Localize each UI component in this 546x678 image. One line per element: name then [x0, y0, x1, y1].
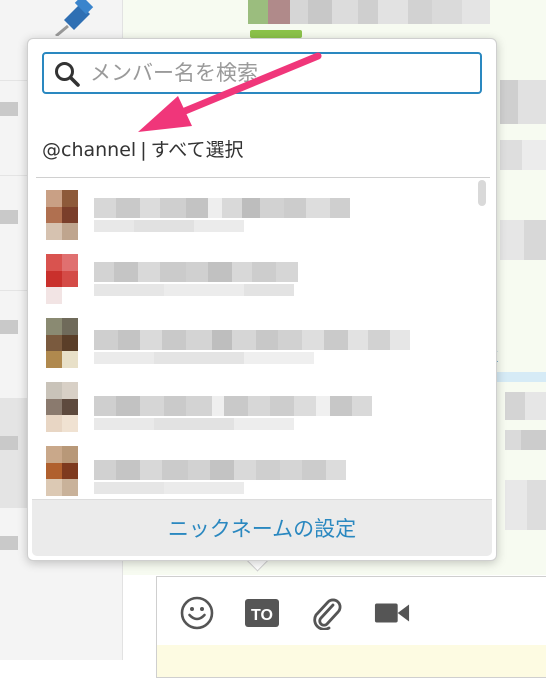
emoji-icon[interactable]: [179, 596, 215, 630]
avatar: [46, 318, 78, 368]
to-icon-label: TO: [251, 607, 273, 624]
member-item[interactable]: [36, 442, 476, 500]
avatar: [46, 254, 78, 304]
member-item[interactable]: [36, 378, 476, 442]
select-all-link[interactable]: すべて選択: [151, 139, 244, 161]
search-box[interactable]: [42, 52, 482, 94]
message-input-area[interactable]: [157, 645, 546, 677]
avatar: [46, 446, 78, 496]
to-icon[interactable]: TO: [244, 596, 280, 630]
member-item[interactable]: [36, 250, 476, 314]
avatar: [46, 190, 78, 240]
mention-separator: |: [140, 139, 147, 161]
nickname-settings-link[interactable]: ニックネームの設定: [168, 513, 356, 543]
member-item[interactable]: [36, 186, 476, 250]
member-item[interactable]: [36, 314, 476, 378]
blurred-message: [248, 0, 490, 24]
member-picker-popup: @channel|すべて選択: [27, 38, 497, 561]
channel-mention-link[interactable]: @channel: [42, 139, 136, 161]
paperclip-icon[interactable]: [308, 596, 344, 630]
member-search-input[interactable]: [90, 56, 470, 90]
mention-options: @channel | すべて選択: [42, 135, 244, 162]
video-icon[interactable]: [374, 596, 410, 630]
avatar: [46, 382, 78, 432]
search-icon: [55, 62, 80, 87]
blurred-tag: [250, 30, 302, 38]
member-list[interactable]: [36, 177, 490, 500]
member-list-scrollbar[interactable]: [478, 180, 486, 206]
pin-icon[interactable]: [50, 0, 94, 36]
nickname-settings-bar: ニックネームの設定: [32, 499, 492, 556]
